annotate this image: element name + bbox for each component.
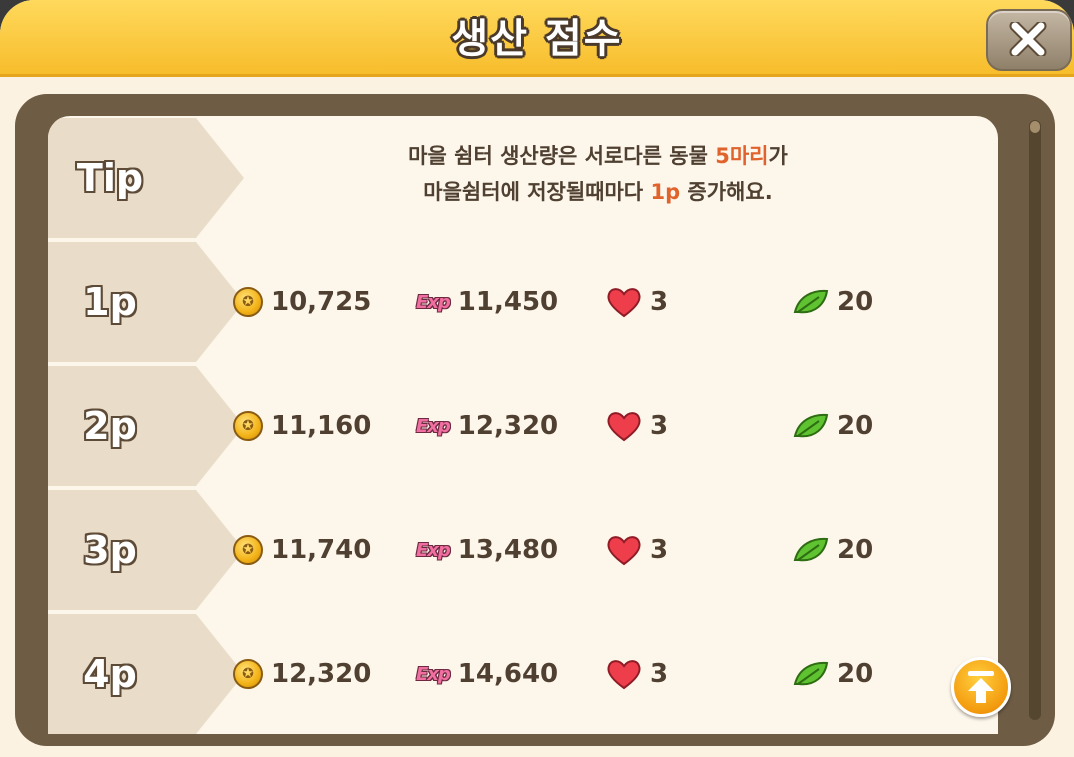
exp-icon: Exp (416, 291, 451, 313)
score-row: 3p ✪ 11,740 Exp 13,480 3 20 (48, 488, 998, 612)
leaf-reward: 20 (793, 240, 873, 364)
exp-icon: Exp (416, 415, 451, 437)
row-level-label: 2p (83, 404, 137, 448)
heart-value: 3 (650, 535, 669, 565)
score-row: 1p ✪ 10,725 Exp 11,450 3 20 (48, 240, 998, 364)
score-row: 2p ✪ 11,160 Exp 12,320 3 20 (48, 364, 998, 488)
heart-icon (607, 412, 641, 442)
tip-line-1-text: 마을 쉼터 생산량은 서로다른 동물 (408, 144, 716, 168)
coin-reward: ✪ 11,740 (233, 488, 371, 612)
heart-icon (607, 288, 641, 318)
exp-reward: Exp 11,450 (416, 240, 558, 364)
coin-value: 11,160 (271, 411, 372, 441)
score-row: 4p ✪ 12,320 Exp 14,640 3 20 (48, 612, 998, 734)
tip-highlight-animals: 5마리 (715, 144, 769, 168)
leaf-reward: 20 (793, 612, 873, 734)
heart-reward: 3 (606, 240, 668, 364)
leaf-reward: 20 (793, 364, 873, 488)
row-level-label: 1p (83, 280, 137, 324)
leaf-reward: 20 (793, 488, 873, 612)
tip-text: 마을 쉼터 생산량은 서로다른 동물 5마리가 마을쉼터에 저장될때마다 1p … (298, 138, 898, 210)
heart-value: 3 (650, 287, 669, 317)
tip-line-1-suffix: 가 (768, 144, 788, 168)
row-level-label: 4p (83, 652, 137, 696)
coin-value: 12,320 (271, 659, 372, 689)
heart-reward: 3 (606, 488, 668, 612)
exp-reward: Exp 12,320 (416, 364, 558, 488)
scroll-to-top-button[interactable] (951, 657, 1011, 717)
leaf-value: 20 (837, 287, 874, 317)
tip-line-2-suffix: 증가해요. (680, 180, 773, 204)
heart-value: 3 (650, 659, 669, 689)
exp-reward: Exp 13,480 (416, 488, 558, 612)
leaf-icon (793, 537, 829, 562)
leaf-value: 20 (837, 659, 874, 689)
leaf-value: 20 (837, 535, 874, 565)
coin-value: 11,740 (271, 535, 372, 565)
close-button[interactable] (986, 9, 1072, 71)
tip-label: Tip (76, 156, 144, 200)
heart-icon (607, 660, 641, 690)
coin-icon: ✪ (233, 411, 263, 441)
dialog-title: 생산 점수 (451, 16, 623, 62)
heart-icon (607, 536, 641, 566)
leaf-value: 20 (837, 411, 874, 441)
coin-icon: ✪ (233, 659, 263, 689)
row-tab-arrow (196, 118, 244, 238)
exp-icon: Exp (416, 663, 451, 685)
heart-reward: 3 (606, 364, 668, 488)
exp-value: 13,480 (457, 535, 559, 565)
coin-icon: ✪ (233, 287, 263, 317)
arrow-up-icon (968, 671, 994, 703)
leaf-icon (793, 289, 829, 314)
exp-value: 11,450 (457, 287, 559, 317)
scrollbar-track[interactable] (1029, 120, 1041, 720)
heart-reward: 3 (606, 612, 668, 734)
leaf-icon (793, 413, 829, 438)
coin-reward: ✪ 11,160 (233, 364, 371, 488)
close-icon (1009, 22, 1047, 56)
heart-value: 3 (650, 411, 669, 441)
row-level-label: 3p (83, 528, 137, 572)
coin-value: 10,725 (271, 287, 372, 317)
exp-value: 14,640 (457, 659, 559, 689)
tip-line-2: 마을쉼터에 저장될때마다 1p 증가해요. (298, 174, 898, 210)
score-list[interactable]: Tip 마을 쉼터 생산량은 서로다른 동물 5마리가 마을쉼터에 저장될때마다… (48, 116, 998, 734)
production-score-dialog: 생산 점수 Tip 마을 쉼터 생산량은 서로다른 동물 5마리가 마을쉼터에 … (0, 0, 1074, 757)
tip-highlight-points: 1p (650, 180, 681, 204)
coin-reward: ✪ 12,320 (233, 612, 371, 734)
tip-line-1: 마을 쉼터 생산량은 서로다른 동물 5마리가 (298, 138, 898, 174)
scrollbar-thumb[interactable] (1030, 121, 1040, 133)
leaf-icon (793, 661, 829, 686)
exp-reward: Exp 14,640 (416, 612, 558, 734)
exp-icon: Exp (416, 539, 451, 561)
coin-reward: ✪ 10,725 (233, 240, 371, 364)
tip-line-2-text: 마을쉼터에 저장될때마다 (423, 180, 651, 204)
tip-row: Tip 마을 쉼터 생산량은 서로다른 동물 5마리가 마을쉼터에 저장될때마다… (48, 116, 998, 240)
exp-value: 12,320 (457, 411, 559, 441)
coin-icon: ✪ (233, 535, 263, 565)
